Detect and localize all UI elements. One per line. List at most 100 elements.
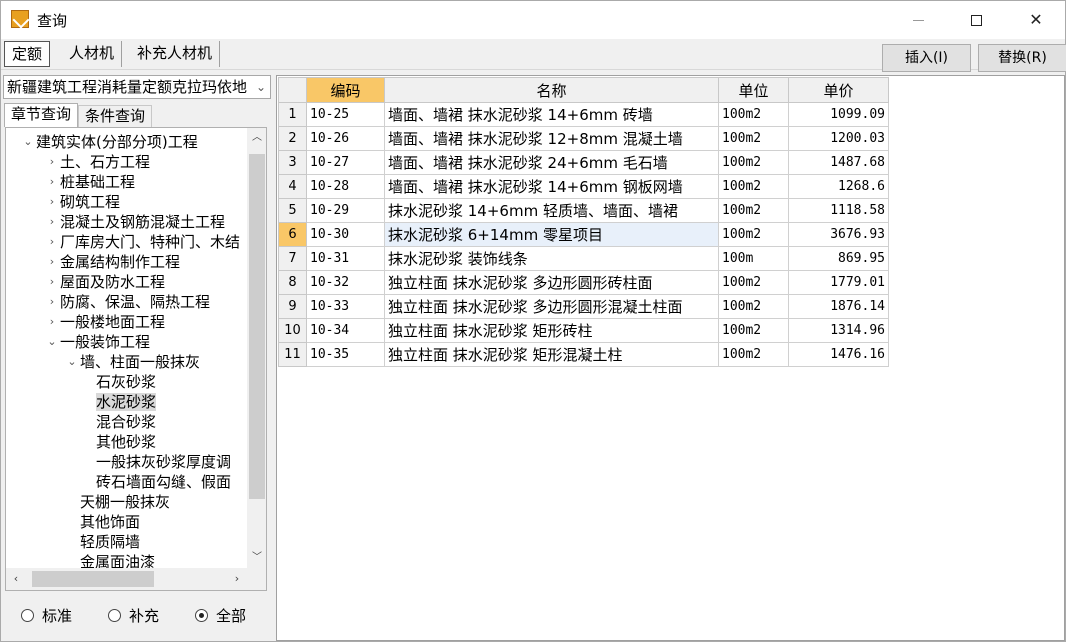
tab-chapter-search[interactable]: 章节查询 xyxy=(4,103,79,127)
name-cell[interactable]: 抹水泥砂浆 6+14mm 零星项目 xyxy=(384,222,719,247)
tab-quota[interactable]: 定额 xyxy=(4,41,51,67)
code-cell[interactable]: 10-25 xyxy=(306,102,385,127)
scroll-down-icon[interactable]: ﹀ xyxy=(247,548,266,568)
table-row[interactable]: 6 10-30 抹水泥砂浆 6+14mm 零星项目 100m2 3676.93 xyxy=(278,222,889,247)
close-button[interactable]: ✕ xyxy=(1007,1,1065,39)
price-cell[interactable]: 1487.68 xyxy=(788,150,889,175)
tree-node[interactable]: 一般抹灰砂浆厚度调 xyxy=(82,452,231,472)
unit-cell[interactable]: 100m2 xyxy=(718,102,789,127)
replace-button[interactable]: 替换(R) xyxy=(978,44,1066,72)
row-number-cell[interactable]: 10 xyxy=(278,318,307,343)
scroll-thumb-horizontal[interactable] xyxy=(32,571,154,587)
tree-node[interactable]: 金属面油漆 xyxy=(66,552,155,568)
tree-node[interactable]: ⌄ 建筑实体(分部分项)工程 xyxy=(22,132,197,152)
price-cell[interactable]: 1099.09 xyxy=(788,102,889,127)
tree-node[interactable]: ⌄ 墙、柱面一般抹灰 xyxy=(66,352,200,372)
collapse-chevron-icon[interactable]: › xyxy=(46,152,58,172)
tree-vertical-scrollbar[interactable]: ︿ ﹀ xyxy=(247,128,266,568)
col-header-unit[interactable]: 单位 xyxy=(718,77,789,103)
tree-node[interactable]: 天棚一般抹灰 xyxy=(66,492,170,512)
row-number-cell[interactable]: 11 xyxy=(278,342,307,367)
minimize-button[interactable] xyxy=(889,1,947,39)
tree-node[interactable]: 轻质隔墙 xyxy=(66,532,140,552)
table-row[interactable]: 10 10-34 独立柱面 抹水泥砂浆 矩形砖柱 100m2 1314.96 xyxy=(278,318,889,343)
maximize-button[interactable] xyxy=(947,1,1005,39)
radio-circle-icon[interactable] xyxy=(195,608,209,622)
tree-node[interactable]: 其他砂浆 xyxy=(82,432,156,452)
name-cell[interactable]: 墙面、墙裙 抹水泥砂浆 12+8mm 混凝土墙 xyxy=(384,126,719,151)
tree-node[interactable]: 砖石墙面勾缝、假面 xyxy=(82,472,231,492)
unit-cell[interactable]: 100m2 xyxy=(718,150,789,175)
scroll-left-icon[interactable]: ‹ xyxy=(6,568,26,590)
price-cell[interactable]: 1200.03 xyxy=(788,126,889,151)
unit-cell[interactable]: 100m2 xyxy=(718,126,789,151)
table-row[interactable]: 3 10-27 墙面、墙裙 抹水泥砂浆 24+6mm 毛石墙 100m2 1487.68 xyxy=(278,150,889,175)
library-select[interactable]: 新疆建筑工程消耗量定额克拉玛依地 ⌄ xyxy=(3,75,271,99)
col-header-name[interactable]: 名称 xyxy=(384,77,719,103)
unit-cell[interactable]: 100m xyxy=(718,246,789,271)
tree-node[interactable]: 石灰砂浆 xyxy=(82,372,156,392)
collapse-chevron-icon[interactable]: › xyxy=(46,272,58,292)
price-cell[interactable]: 1118.58 xyxy=(788,198,889,223)
scope-radio-option[interactable]: 全部 xyxy=(195,605,246,626)
tab-labor-material-machine[interactable]: 人材机 xyxy=(62,41,123,67)
price-cell[interactable]: 1779.01 xyxy=(788,270,889,295)
radio-circle-icon[interactable] xyxy=(21,608,34,622)
unit-cell[interactable]: 100m2 xyxy=(718,294,789,319)
collapse-chevron-icon[interactable]: › xyxy=(46,192,58,212)
row-number-cell[interactable]: 7 xyxy=(278,246,307,271)
table-row[interactable]: 7 10-31 抹水泥砂浆 装饰线条 100m 869.95 xyxy=(278,246,889,271)
row-number-cell[interactable]: 8 xyxy=(278,270,307,295)
tree-node[interactable]: › 桩基础工程 xyxy=(46,172,135,192)
code-cell[interactable]: 10-34 xyxy=(306,318,385,343)
table-row[interactable]: 9 10-33 独立柱面 抹水泥砂浆 多边形圆形混凝土柱面 100m2 1876.14 xyxy=(278,294,889,319)
expand-chevron-icon[interactable]: ⌄ xyxy=(22,132,34,152)
table-row[interactable]: 2 10-26 墙面、墙裙 抹水泥砂浆 12+8mm 混凝土墙 100m2 1200.0… xyxy=(278,126,889,151)
code-cell[interactable]: 10-33 xyxy=(306,294,385,319)
row-number-cell[interactable]: 4 xyxy=(278,174,307,199)
row-number-cell[interactable]: 2 xyxy=(278,126,307,151)
price-cell[interactable]: 1314.96 xyxy=(788,318,889,343)
code-cell[interactable]: 10-31 xyxy=(306,246,385,271)
tab-supplementary-lmm[interactable]: 补充人材机 xyxy=(130,41,221,67)
scope-radio-option[interactable]: 标准 xyxy=(21,605,72,626)
scroll-up-icon[interactable]: ︿ xyxy=(247,128,266,148)
row-number-cell[interactable]: 9 xyxy=(278,294,307,319)
unit-cell[interactable]: 100m2 xyxy=(718,174,789,199)
scroll-right-icon[interactable]: › xyxy=(227,568,247,590)
collapse-chevron-icon[interactable]: › xyxy=(46,312,58,332)
collapse-chevron-icon[interactable]: › xyxy=(46,212,58,232)
collapse-chevron-icon[interactable]: › xyxy=(46,252,58,272)
code-cell[interactable]: 10-29 xyxy=(306,198,385,223)
name-cell[interactable]: 抹水泥砂浆 装饰线条 xyxy=(384,246,719,271)
code-cell[interactable]: 10-26 xyxy=(306,126,385,151)
insert-button[interactable]: 插入(I) xyxy=(882,44,971,72)
name-cell[interactable]: 独立柱面 抹水泥砂浆 多边形圆形砖柱面 xyxy=(384,270,719,295)
tree-node[interactable]: › 防腐、保温、隔热工程 xyxy=(46,292,210,312)
unit-cell[interactable]: 100m2 xyxy=(718,198,789,223)
expand-chevron-icon[interactable]: ⌄ xyxy=(46,332,58,352)
row-number-cell[interactable]: 3 xyxy=(278,150,307,175)
unit-cell[interactable]: 100m2 xyxy=(718,342,789,367)
code-cell[interactable]: 10-27 xyxy=(306,150,385,175)
tree-node[interactable]: 其他饰面 xyxy=(66,512,140,532)
price-cell[interactable]: 1268.6 xyxy=(788,174,889,199)
code-cell[interactable]: 10-35 xyxy=(306,342,385,367)
name-cell[interactable]: 墙面、墙裙 抹水泥砂浆 14+6mm 钢板网墙 xyxy=(384,174,719,199)
price-cell[interactable]: 1876.14 xyxy=(788,294,889,319)
row-number-cell[interactable]: 1 xyxy=(278,102,307,127)
tree-node[interactable]: › 厂库房大门、特种门、木结 xyxy=(46,232,240,252)
name-cell[interactable]: 独立柱面 抹水泥砂浆 矩形混凝土柱 xyxy=(384,342,719,367)
tree-node[interactable]: ⌄ 一般装饰工程 xyxy=(46,332,150,352)
scope-radio-option[interactable]: 补充 xyxy=(108,605,159,626)
tree-horizontal-scrollbar[interactable]: ‹ › xyxy=(6,568,247,590)
tree-node[interactable]: › 土、石方工程 xyxy=(46,152,150,172)
radio-circle-icon[interactable] xyxy=(108,608,122,622)
row-number-cell[interactable]: 6 xyxy=(278,222,307,247)
row-number-cell[interactable]: 5 xyxy=(278,198,307,223)
price-cell[interactable]: 869.95 xyxy=(788,246,889,271)
name-cell[interactable]: 墙面、墙裙 抹水泥砂浆 14+6mm 砖墙 xyxy=(384,102,719,127)
code-cell[interactable]: 10-30 xyxy=(306,222,385,247)
name-cell[interactable]: 抹水泥砂浆 14+6mm 轻质墙、墙面、墙裙 xyxy=(384,198,719,223)
code-cell[interactable]: 10-32 xyxy=(306,270,385,295)
